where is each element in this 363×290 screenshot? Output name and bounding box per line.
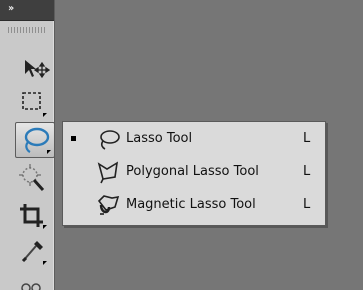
move-tool-button[interactable] <box>12 50 50 84</box>
menu-item-magnetic-lasso-tool[interactable]: Magnetic Lasso Tool L <box>63 190 325 221</box>
magnetic-lasso-icon <box>97 195 120 215</box>
polygonal-lasso-icon <box>97 161 119 184</box>
lasso-flyout-menu: Lasso Tool L Polygonal Lasso Tool L Magn… <box>62 121 326 226</box>
eyedropper-tool-button[interactable] <box>12 234 50 268</box>
healing-brush-tool-button[interactable] <box>12 276 50 290</box>
lasso-tool-button[interactable] <box>15 122 55 158</box>
lasso-icon <box>100 130 120 150</box>
quick-selection-icon <box>19 164 45 192</box>
menu-item-lasso-tool[interactable]: Lasso Tool L <box>63 124 325 155</box>
bandage-icon <box>21 283 41 290</box>
flyout-marker <box>47 150 51 154</box>
menu-item-shortcut: L <box>303 131 311 146</box>
panel-header[interactable]: ›› <box>0 0 54 21</box>
selected-bullet <box>71 136 76 141</box>
quick-selection-tool-button[interactable] <box>12 162 50 196</box>
collapse-icon[interactable]: ›› <box>8 3 14 14</box>
menu-item-label: Polygonal Lasso Tool <box>126 164 259 179</box>
flyout-marker <box>43 225 47 229</box>
crop-tool-button[interactable] <box>12 198 50 232</box>
flyout-marker <box>43 113 47 117</box>
flyout-marker <box>43 261 47 265</box>
tools-panel: ›› <box>0 0 55 290</box>
move-icon <box>25 60 50 79</box>
menu-item-shortcut: L <box>303 164 311 179</box>
menu-item-shortcut: L <box>303 197 311 212</box>
menu-item-label: Lasso Tool <box>126 131 193 146</box>
menu-item-polygonal-lasso-tool[interactable]: Polygonal Lasso Tool L <box>63 157 325 188</box>
marquee-tool-button[interactable] <box>12 86 50 120</box>
menu-item-label: Magnetic Lasso Tool <box>126 197 256 212</box>
panel-grip[interactable] <box>8 27 46 33</box>
